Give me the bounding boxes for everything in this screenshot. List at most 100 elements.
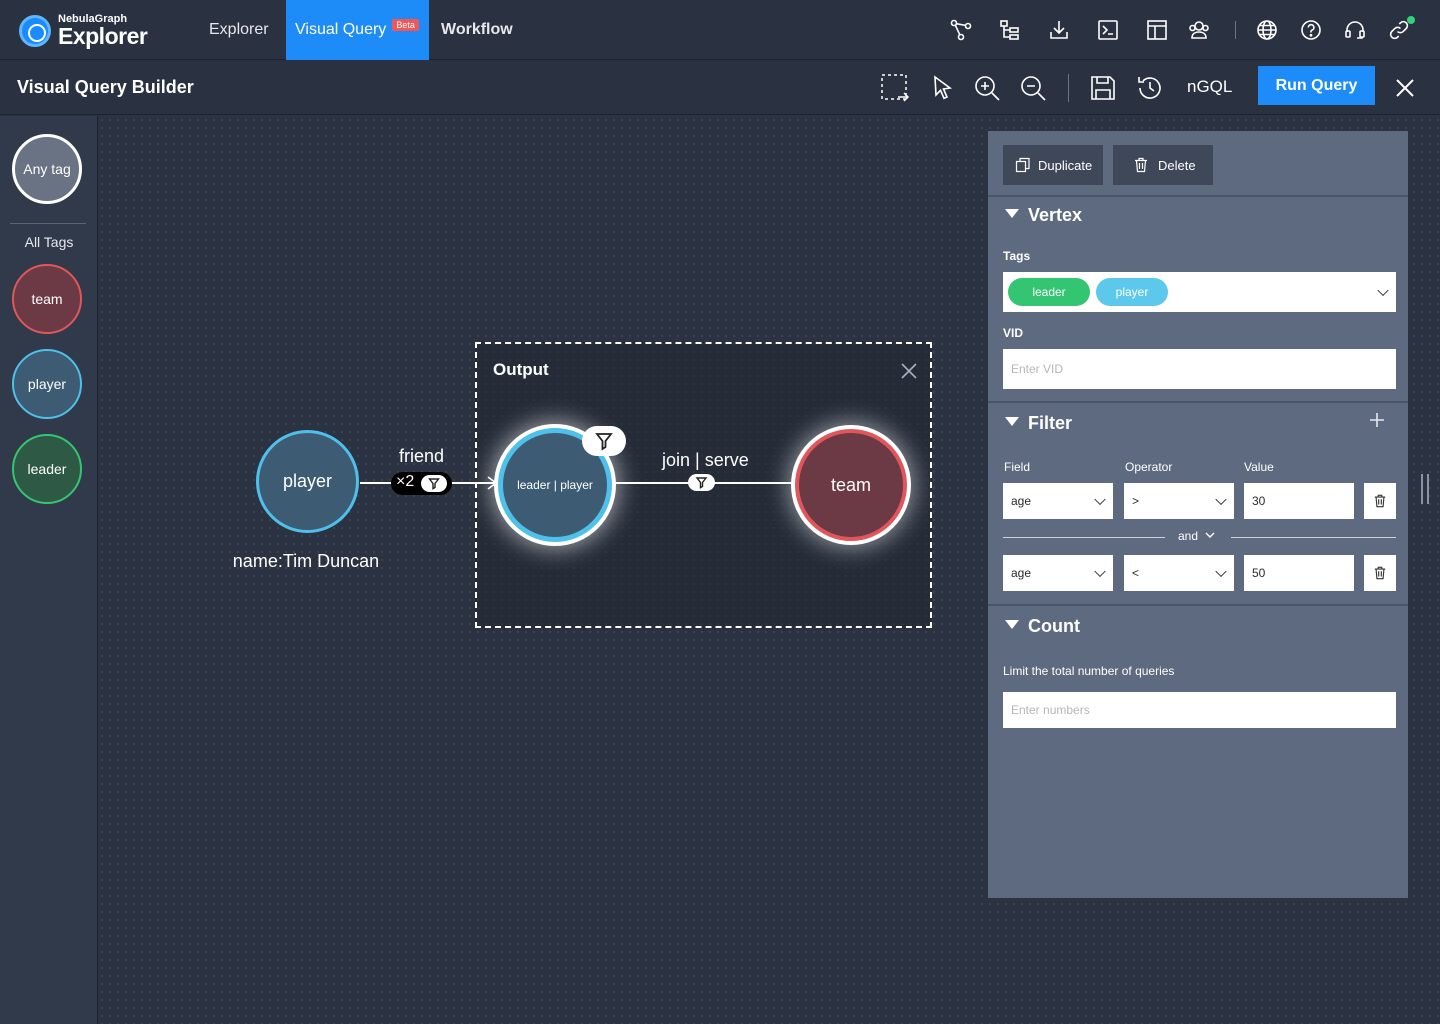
panel-resize-handle[interactable] [1418,473,1432,505]
tab-visual-query[interactable]: Visual Query Beta [286,0,429,60]
connection-status-dot [1407,16,1415,24]
language-icon[interactable] [1255,18,1279,42]
chevron-down-icon [1215,493,1227,506]
chevron-down-icon [1377,284,1389,297]
import-icon[interactable] [998,18,1022,42]
tags-label: Tags [1003,249,1031,263]
tab-workflow[interactable]: Workflow [441,0,513,60]
filter-icon [595,433,613,451]
filter-field-select[interactable]: age [1003,483,1113,519]
add-filter-icon[interactable] [1368,411,1386,429]
count-heading: Count [1028,616,1080,636]
tag-node-team[interactable]: team [12,264,82,334]
edge-label-join-serve[interactable]: join | serve [662,450,749,471]
zoom-out-icon[interactable] [1018,73,1048,103]
filter-value-input[interactable]: 30 [1244,483,1354,519]
vertex-heading: Vertex [1028,205,1083,225]
layout-icon[interactable] [1145,18,1169,42]
collapse-triangle-icon [1005,620,1019,629]
delete-filter-button[interactable] [1364,555,1396,591]
save-icon[interactable] [1088,73,1118,103]
vertex-section-header[interactable]: Vertex [1005,205,1082,226]
count-hint: Limit the total number of queries [1003,664,1175,678]
edge-filter-icon[interactable] [421,475,447,492]
delete-filter-button[interactable] [1364,483,1396,519]
console-icon[interactable] [1096,18,1120,42]
filter-operator-select[interactable]: < [1124,555,1234,591]
support-icon[interactable] [1343,18,1367,42]
trash-icon [1374,566,1386,580]
count-input[interactable] [1003,692,1396,728]
vid-label: VID [1003,326,1024,340]
collapse-triangle-icon [1005,209,1019,218]
sidebar-divider [10,223,86,224]
duplicate-button[interactable]: Duplicate [1003,145,1103,185]
trash-icon [1135,157,1147,173]
toolbar-divider [1068,74,1069,102]
field-column-label: Field [1004,460,1031,474]
tag-sidebar: Any tag All Tags team player leader [0,116,98,1024]
filter-field-select[interactable]: age [1003,555,1113,591]
joiner-line-left [1003,537,1165,538]
properties-panel: Duplicate Delete Vertex Tags leader play… [988,131,1408,898]
filter-operator-value: < [1132,566,1140,580]
filter-field-value: age [1011,566,1032,580]
users-icon[interactable] [1187,18,1211,42]
edge-label-friend[interactable]: friend [399,446,444,467]
delete-button[interactable]: Delete [1113,145,1213,185]
logic-joiner-select[interactable]: and [1178,529,1215,543]
close-icon[interactable] [1394,77,1416,99]
app-logo[interactable]: NebulaGraph Explorer [19,13,169,49]
filter-section-header[interactable]: Filter [1005,413,1072,434]
beta-badge: Beta [392,19,419,31]
schema-icon[interactable] [949,18,973,42]
graph-node-player[interactable]: player [256,430,359,533]
operator-column-label: Operator [1125,460,1173,474]
pointer-icon[interactable] [928,73,958,103]
tag-pill-player[interactable]: player [1096,278,1168,306]
value-column-label: Value [1244,460,1274,474]
zoom-in-icon[interactable] [972,73,1002,103]
filter-operator-select[interactable]: > [1124,483,1234,519]
top-nav: NebulaGraph Explorer Explorer Visual Que… [0,0,1440,60]
graph-node-team[interactable]: team [795,429,907,541]
history-icon[interactable] [1135,73,1165,103]
page-title: Visual Query Builder [17,77,194,97]
duplicate-icon [1015,157,1030,173]
any-tag-node[interactable]: Any tag [12,134,82,204]
step-badge[interactable]: ×2 [391,472,452,495]
tag-node-player[interactable]: player [12,349,82,419]
count-section-header[interactable]: Count [1005,616,1080,637]
logo-title: Explorer [58,23,148,49]
nebula-logo-icon [19,15,51,47]
tags-select[interactable]: leader player [1003,272,1396,312]
run-query-button[interactable]: Run Query [1258,66,1375,105]
joiner-line-right [1231,537,1396,538]
tag-pill-leader[interactable]: leader [1008,278,1090,306]
download-icon[interactable] [1047,18,1071,42]
duplicate-label: Duplicate [1038,157,1093,173]
select-area-icon[interactable] [880,73,910,103]
filter-heading: Filter [1028,413,1073,433]
ngql-button[interactable]: nGQL [1187,77,1232,97]
vid-input[interactable] [1003,349,1396,389]
node-filter-badge[interactable] [582,426,626,456]
help-icon[interactable] [1299,18,1323,42]
step-count: ×2 [396,473,415,490]
tab-explorer[interactable]: Explorer [209,0,269,60]
edge-filter-icon-2[interactable] [688,474,715,491]
tag-node-leader[interactable]: leader [12,434,82,504]
filter-field-value: age [1011,494,1032,508]
section-divider [988,604,1408,606]
trash-icon [1374,494,1386,508]
node-caption: name:Tim Duncan [232,551,380,571]
chevron-down-icon [1094,493,1106,506]
chevron-down-icon [1094,565,1106,578]
section-divider [988,195,1408,197]
collapse-triangle-icon [1005,417,1019,426]
delete-label: Delete [1158,157,1196,173]
chevron-down-icon [1205,532,1215,538]
filter-operator-value: > [1132,494,1140,508]
filter-value-input[interactable]: 50 [1244,555,1354,591]
tab-visual-query-label: Visual Query [295,21,387,38]
